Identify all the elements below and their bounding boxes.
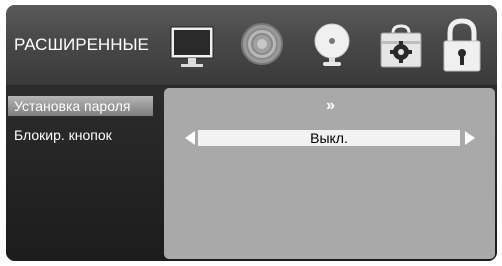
monitor-icon[interactable] <box>169 17 215 73</box>
menu-item-password-setup[interactable]: Установка пароля <box>8 96 153 116</box>
menu-title: РАСШИРЕННЫЕ <box>14 35 149 54</box>
arrow-left-icon[interactable] <box>184 130 196 146</box>
satellite-dish-icon[interactable] <box>309 17 355 73</box>
submenu-arrow-icon[interactable]: » <box>164 97 495 115</box>
toolbox-settings-icon[interactable] <box>376 17 426 73</box>
padlock-icon[interactable] <box>439 17 485 73</box>
header-bar: РАСШИРЕННЫЕ <box>6 5 497 85</box>
key-lock-value[interactable]: Выкл. <box>198 130 460 146</box>
menu-item-key-lock[interactable]: Блокир. кнопок <box>8 125 112 145</box>
settings-panel: » Выкл. <box>164 88 495 259</box>
sound-icon[interactable] <box>239 17 285 73</box>
arrow-right-icon[interactable] <box>464 130 476 146</box>
settings-window: РАСШИРЕННЫЕ Установка пароля Блокир. кно… <box>6 5 497 261</box>
